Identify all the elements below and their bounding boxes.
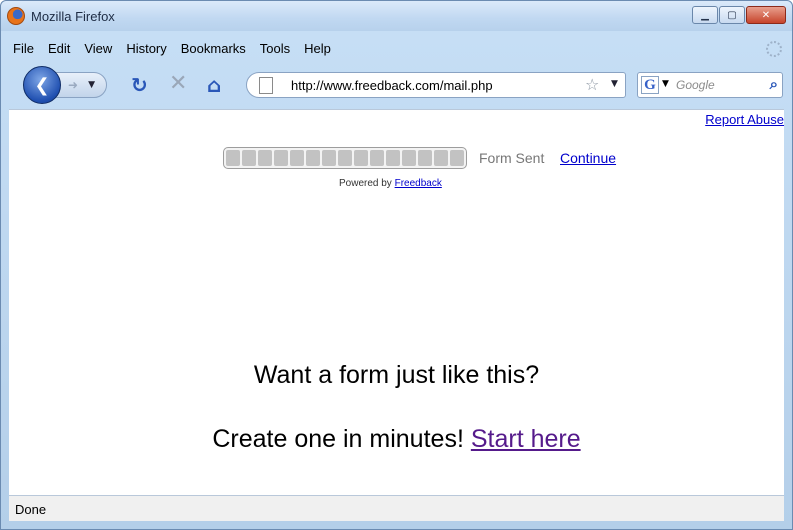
progress-segment [290,150,304,166]
menu-view[interactable]: View [84,41,112,56]
status-text: Done [15,502,47,517]
window-title: Mozilla Firefox [31,9,115,24]
reload-button[interactable]: ↻ [131,73,148,97]
progress-segment [258,150,272,166]
loading-throbber-icon [766,41,782,57]
promo-cta: Create one in minutes! Start here [9,425,784,454]
stop-button[interactable]: ✕ [169,71,187,96]
url-input[interactable]: http://www.freedback.com/mail.php [291,78,493,93]
progress-segment [242,150,256,166]
menu-bar: File Edit View History Bookmarks Tools H… [13,41,331,56]
powered-by: Powered by Freedback [339,178,442,189]
menu-edit[interactable]: Edit [48,41,70,56]
progress-segment [386,150,400,166]
navigation-toolbar: ➜ ▼ ❮ ↻ ✕ ⌂ http://www.freedback.com/mail… [1,63,792,109]
page-content: Report Abuse Form Sent Continue Powered … [9,109,784,495]
back-arrow-icon: ❮ [34,74,50,96]
progress-segment [322,150,336,166]
url-dropdown-icon[interactable]: ▼ [611,79,618,89]
status-bar: Done [9,495,784,521]
search-input[interactable]: Google [676,78,715,92]
progress-segment [226,150,240,166]
home-button[interactable]: ⌂ [207,73,221,97]
progress-segment [418,150,432,166]
title-bar: Mozilla Firefox ▁ ▢ ✕ [1,1,792,31]
firefox-logo-icon [7,7,25,25]
form-sent-status: Form Sent [479,150,545,166]
menu-tools[interactable]: Tools [260,41,290,56]
engine-dropdown-icon[interactable]: ▼ [662,79,669,89]
minimize-button[interactable]: ▁ [692,6,718,24]
google-engine-icon[interactable]: G [641,76,659,94]
promo-cta-text: Create one in minutes! [212,425,464,453]
progress-segment [370,150,384,166]
freedback-link[interactable]: Freedback [395,178,442,189]
progress-segment [434,150,448,166]
progress-segment [306,150,320,166]
promo-headline: Want a form just like this? [253,361,540,389]
bookmark-star-icon[interactable]: ☆ [585,75,599,94]
menu-history[interactable]: History [126,41,166,56]
window-controls: ▁ ▢ ✕ [692,6,786,24]
progress-segment [450,150,464,166]
progress-segment [354,150,368,166]
continue-link[interactable]: Continue [560,150,616,166]
menu-file[interactable]: File [13,41,34,56]
close-button[interactable]: ✕ [746,6,786,24]
menu-bookmarks[interactable]: Bookmarks [181,41,246,56]
progress-segment [338,150,352,166]
progress-segment [402,150,416,166]
form-progress-bar [223,147,467,169]
page-icon [259,77,273,94]
search-bar[interactable]: G ▼ Google ⌕ [637,72,783,98]
menu-help[interactable]: Help [304,41,331,56]
powered-by-label: Powered by [339,178,392,189]
report-abuse-link[interactable]: Report Abuse [705,112,784,127]
back-button[interactable]: ❮ [23,66,61,104]
maximize-button[interactable]: ▢ [719,6,745,24]
address-bar[interactable]: http://www.freedback.com/mail.php ☆ ▼ [246,72,626,98]
progress-segment [274,150,288,166]
search-magnifier-icon[interactable]: ⌕ [770,75,778,93]
history-dropdown-icon[interactable]: ▼ [88,80,95,90]
start-here-link[interactable]: Start here [471,425,581,453]
browser-window: Mozilla Firefox ▁ ▢ ✕ File Edit View His… [0,0,793,530]
